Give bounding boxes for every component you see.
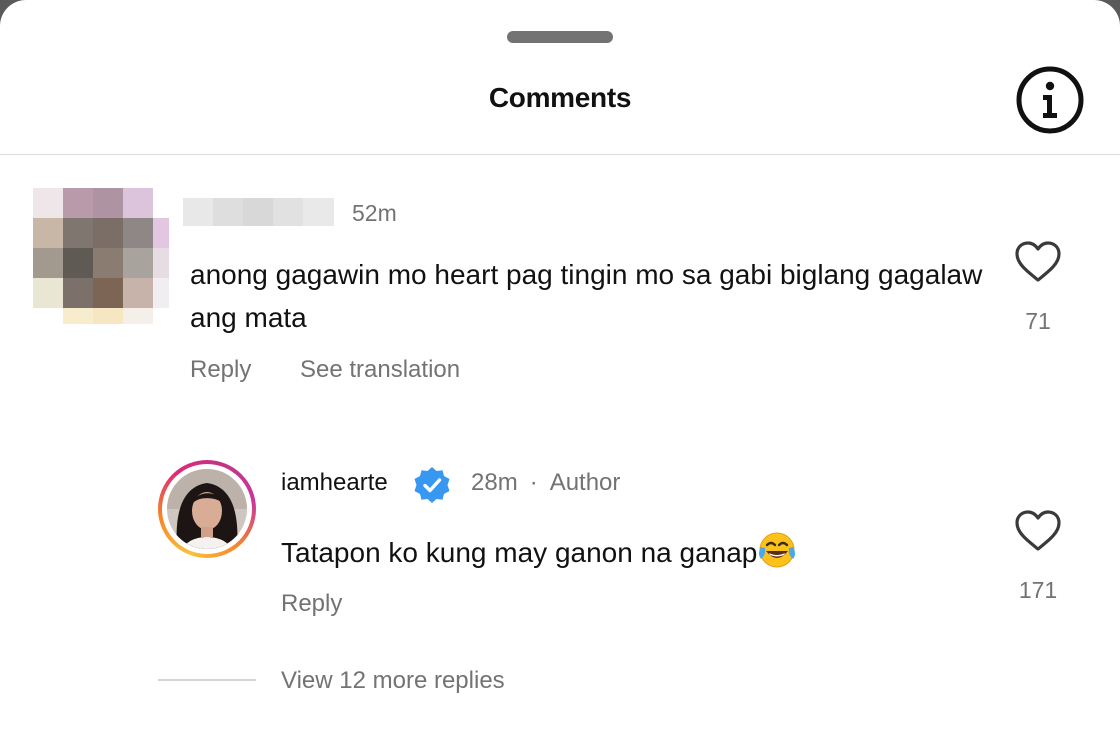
author-badge: Author [549,469,621,496]
drag-handle[interactable] [507,31,613,43]
username-redaction [183,198,334,226]
avatar[interactable] [158,460,256,558]
view-more-replies-button[interactable]: View 12 more replies [281,667,505,695]
username[interactable]: iamhearte [281,469,388,497]
like-count: 71 [1025,308,1051,334]
reply-text: Tatapon ko kung may ganon na ganap [281,537,758,568]
reply-meta: 28m · Author [471,469,620,497]
reply-button[interactable]: Reply [190,356,251,384]
separator-dot: · [529,469,538,496]
see-translation-button[interactable]: See translation [300,356,460,384]
thread-line [158,679,256,681]
heart-outline-icon[interactable] [1014,509,1062,553]
avatar[interactable] [33,188,169,324]
heart-outline-icon[interactable] [1014,240,1062,284]
page-title: Comments [488,82,632,113]
like-count: 171 [1018,577,1058,603]
reply-text-row: Tatapon ko kung may ganon na ganap [281,530,797,570]
reply-time: 28m [471,469,518,496]
profile-photo [167,469,247,549]
face-with-tears-of-joy-icon [757,530,797,570]
reply-button[interactable]: Reply [281,590,342,618]
verified-badge-icon [413,466,451,504]
comments-sheet: Comments 52m anong gagawin mo heart pag … [0,0,1120,738]
comment-time: 52m [352,200,397,226]
info-icon[interactable] [1015,65,1085,135]
header-divider [0,154,1120,155]
comment-text: anong gagawin mo heart pag tingin mo sa … [190,259,983,333]
